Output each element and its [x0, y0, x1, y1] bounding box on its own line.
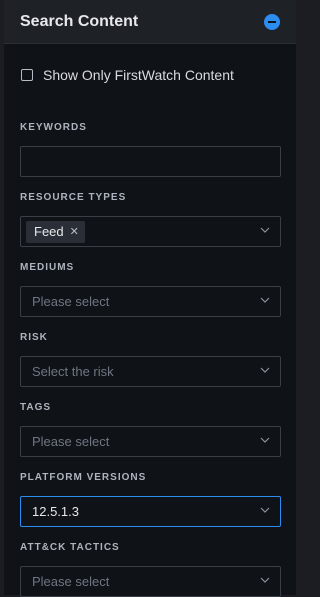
- chevron-down-icon: [260, 577, 270, 583]
- platform-versions-value: 12.5.1.3: [32, 504, 79, 519]
- chevron-down-icon: [260, 367, 270, 373]
- resource-types-select[interactable]: Feed ✕: [20, 216, 281, 247]
- keywords-label: KEYWORDS: [20, 122, 87, 133]
- firstwatch-checkbox-label[interactable]: Show Only FirstWatch Content: [43, 67, 234, 83]
- tags-label: TAGS: [20, 402, 52, 413]
- platform-versions-label: PLATFORM VERSIONS: [20, 472, 147, 483]
- minus-circle-icon[interactable]: [264, 13, 280, 30]
- firstwatch-checkbox[interactable]: [21, 69, 33, 81]
- mediums-placeholder: Please select: [32, 294, 110, 309]
- attck-tactics-select[interactable]: Please select: [20, 566, 281, 597]
- risk-select[interactable]: Select the risk: [20, 356, 281, 387]
- chevron-down-icon: [260, 227, 270, 233]
- firstwatch-filter[interactable]: Show Only FirstWatch Content: [21, 67, 234, 83]
- resource-types-label: RESOURCE TYPES: [20, 192, 127, 203]
- tags-placeholder: Please select: [32, 434, 110, 449]
- attck-tactics-label: ATT&CK TACTICS: [20, 542, 120, 553]
- attck-tactics-placeholder: Please select: [32, 574, 110, 589]
- platform-versions-select[interactable]: 12.5.1.3: [20, 496, 281, 527]
- mediums-select[interactable]: Please select: [20, 286, 281, 317]
- chevron-down-icon: [260, 437, 270, 443]
- panel-header: Search Content: [4, 0, 296, 44]
- chevron-down-icon: [260, 297, 270, 303]
- minus-bar: [268, 20, 276, 23]
- panel-scroll-gutter: [296, 0, 316, 595]
- close-icon[interactable]: ✕: [70, 225, 79, 238]
- resource-type-tag-label: Feed: [34, 224, 64, 239]
- tags-select[interactable]: Please select: [20, 426, 281, 457]
- risk-placeholder: Select the risk: [32, 364, 114, 379]
- mediums-label: MEDIUMS: [20, 262, 75, 273]
- panel-title: Search Content: [20, 12, 139, 30]
- risk-label: RISK: [20, 332, 48, 343]
- search-content-panel: Search Content Show Only FirstWatch Cont…: [4, 0, 296, 597]
- resource-type-tag: Feed ✕: [26, 220, 85, 243]
- keywords-input[interactable]: [20, 146, 281, 177]
- chevron-down-icon: [260, 507, 270, 513]
